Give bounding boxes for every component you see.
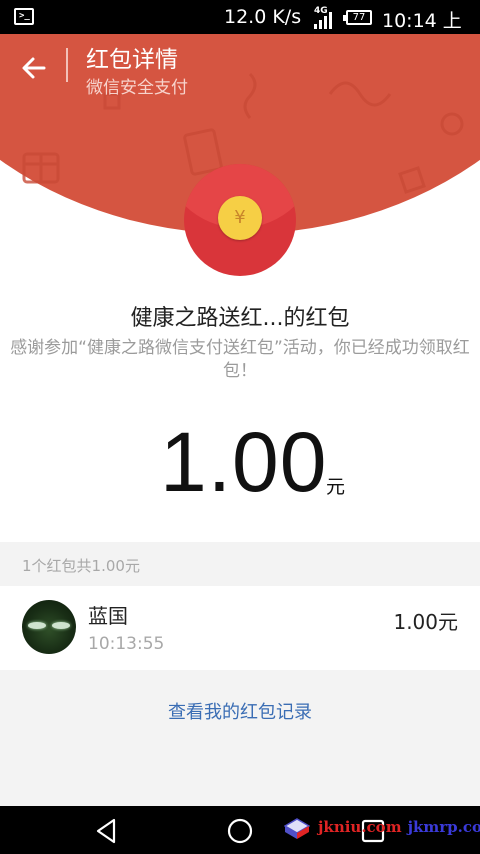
wish-text: 感谢参加“健康之路微信支付送红包”活动，你已经成功领取红包！ <box>10 338 470 381</box>
page-title: 红包详情 <box>86 47 178 73</box>
signal-icon: 4G <box>314 6 332 29</box>
home-circle-icon[interactable] <box>225 816 255 846</box>
avatar <box>22 600 76 654</box>
network-speed: 12.0 K/s <box>224 6 302 28</box>
wish-message: 感谢参加“健康之路微信支付送红包”活动，你已经成功领取红包！ <box>0 337 480 383</box>
avatar-eye-left <box>28 622 46 629</box>
network-type-label: 4G <box>314 6 328 16</box>
list-item[interactable]: 蓝国 10:13:55 1.00元 <box>0 586 480 670</box>
status-bar: >_ 12.0 K/s 4G 77 10:14 上午 <box>0 0 480 59</box>
recipient-name: 蓝国 <box>88 604 128 628</box>
red-envelope-icon: ¥ <box>184 164 296 276</box>
terminal-icon: >_ <box>14 8 34 25</box>
avatar-eye-right <box>52 622 70 629</box>
battery-icon: 77 <box>343 10 372 25</box>
footer-area: 查看我的红包记录 <box>0 670 480 806</box>
back-arrow-icon[interactable] <box>18 52 50 84</box>
packet-summary: 1个红包共1.00元 <box>0 542 480 586</box>
view-records-link[interactable]: 查看我的红包记录 <box>0 698 480 724</box>
amount-unit: 元 <box>326 476 346 498</box>
watermark-text-1: jkniu.com <box>318 818 402 836</box>
back-triangle-icon[interactable] <box>92 816 122 846</box>
recipient-time: 10:13:55 <box>88 634 165 654</box>
header-divider <box>66 48 68 82</box>
amount-value: 1.00 <box>160 415 328 509</box>
page-subtitle: 微信安全支付 <box>86 78 188 98</box>
sender-title: 健康之路送红...的红包 <box>130 306 350 331</box>
watermark-text-2: jkmrp.com <box>407 818 480 836</box>
recipient-amount: 1.00元 <box>393 610 458 634</box>
coin-icon: ¥ <box>218 196 262 240</box>
amount-display: 1.00 元 <box>0 414 480 514</box>
watermark-logo-icon <box>284 818 310 839</box>
